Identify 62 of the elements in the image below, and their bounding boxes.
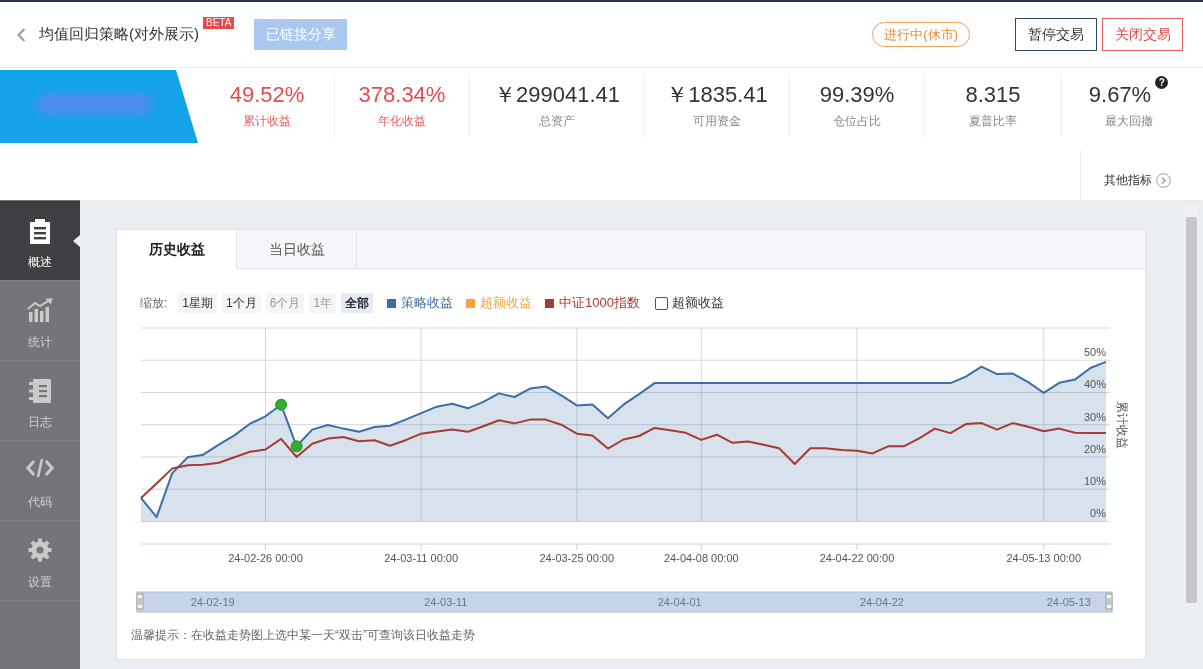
navigator-label: 24-04-22: [859, 596, 904, 608]
marker-dot: [290, 440, 303, 453]
axis-title: 累计收益: [1115, 400, 1129, 449]
metric-label: 累计收益: [243, 113, 291, 129]
marker-dot: [275, 398, 288, 411]
metric-value: 378.34%: [358, 82, 446, 108]
axis-label: 30%: [1083, 410, 1106, 423]
metric-label: 年化收益: [378, 113, 426, 129]
zoom-button[interactable]: 全部: [341, 293, 374, 313]
page-title: 均值回归策略(对外展示): [39, 24, 199, 45]
axis-label: 0%: [1090, 507, 1106, 520]
range-handle[interactable]: [136, 593, 144, 610]
scrollbar-thumb[interactable]: [1185, 217, 1197, 603]
tab[interactable]: 历史收益: [117, 230, 237, 269]
code-icon: [26, 458, 54, 478]
zoom-label: 缩放:: [140, 295, 168, 312]
trade-action-button[interactable]: 暂停交易: [1015, 18, 1097, 51]
other-metrics-link[interactable]: 其他指标: [1104, 172, 1171, 188]
range-handle[interactable]: [1105, 593, 1113, 610]
axis-label: 24-05-13 00:00: [1006, 552, 1082, 564]
chevron-circle-icon: [1156, 172, 1171, 188]
metric-value: 99.39%: [819, 82, 895, 108]
axis-label: 10%: [1083, 475, 1106, 488]
axis-label: 24-04-22 00:00: [819, 552, 895, 564]
axis-label: 24-03-25 00:00: [539, 552, 615, 564]
axis-label: 20%: [1083, 442, 1106, 455]
navigator-label: 24-03-11: [424, 596, 468, 608]
checkbox[interactable]: [655, 296, 668, 310]
metric-value: 8.315: [965, 82, 1021, 108]
axis-label: 24-03-11 00:00: [384, 552, 459, 564]
axis-label: 24-04-08 00:00: [664, 552, 739, 564]
notebook-icon: [28, 378, 52, 404]
trade-action-button[interactable]: 关闭交易: [1102, 18, 1183, 51]
metric-value: 49.52%: [229, 82, 305, 108]
metric-label: 夏普比率: [969, 113, 1017, 129]
metric-label: 可用资金: [693, 113, 741, 129]
metric-label: 仓位占比: [833, 113, 881, 129]
legend-item[interactable]: 中证1000指数: [559, 293, 640, 313]
metric-label: 总资产: [539, 113, 575, 129]
metric-label: 最大回撤: [1104, 113, 1153, 129]
zoom-button[interactable]: 1个月: [222, 293, 261, 313]
clipboard-icon: [28, 218, 52, 244]
zoom-button[interactable]: 1星期: [178, 293, 218, 313]
beta-badge: BETA: [203, 17, 235, 29]
axis-label: 24-02-26 00:00: [228, 552, 303, 564]
navigator-label: 24-05-13: [1046, 596, 1091, 608]
legend-item[interactable]: 策略收益: [401, 293, 454, 313]
chevron-left-icon[interactable]: [17, 27, 26, 42]
metric-value: ￥1835.41: [666, 82, 768, 108]
help-button[interactable]: ?: [1155, 76, 1169, 89]
range-bar[interactable]: [136, 591, 1113, 613]
navigator-label: 24-02-19: [190, 596, 235, 608]
sidebar-item[interactable]: 概述: [0, 201, 80, 281]
metric-value: 9.67%: [1088, 82, 1152, 108]
bar-chart-icon: [27, 298, 53, 322]
checkbox-label[interactable]: 超额收益: [672, 293, 724, 313]
navigator-label: 24-04-01: [657, 596, 702, 608]
metric-value: ￥299041.41: [494, 82, 620, 108]
settings-icon: [28, 538, 52, 562]
axis-label: 50%: [1083, 346, 1106, 359]
hint-text: 温馨提示：在收益走势图上选中某一天“双击”可查询该日收益走势: [130, 627, 476, 643]
axis-label: 40%: [1083, 378, 1106, 391]
